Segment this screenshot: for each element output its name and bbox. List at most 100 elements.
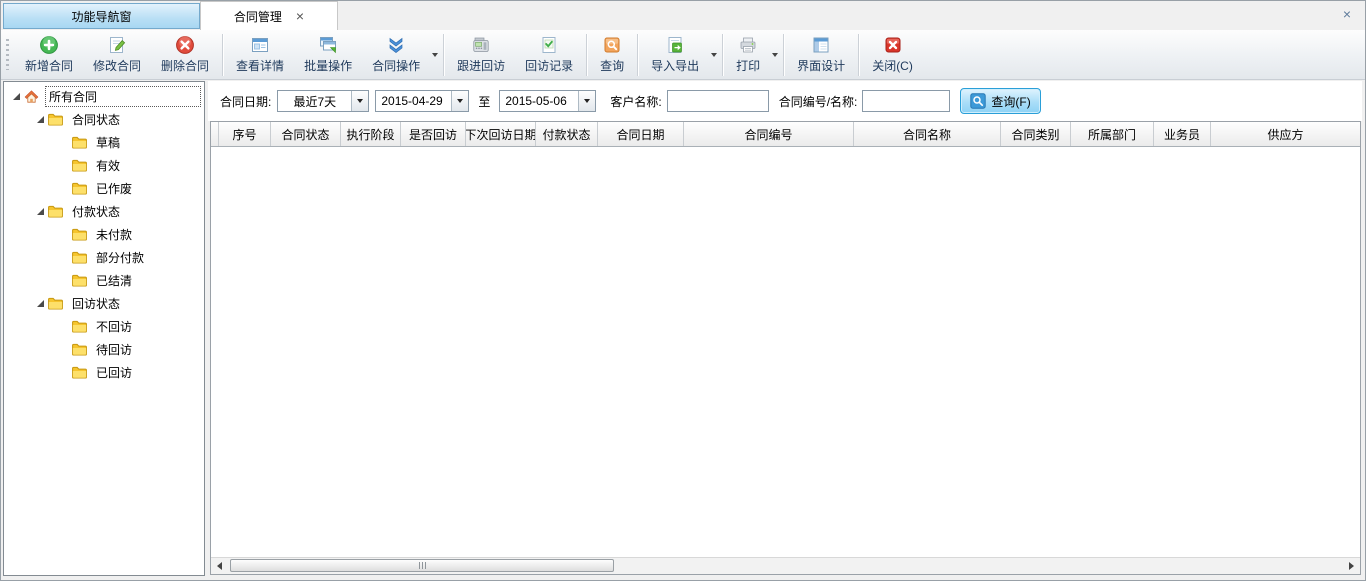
column-header-contract-category[interactable]: 合同类别 <box>1001 122 1071 146</box>
date-from-combo[interactable]: 2015-04-29 <box>375 90 469 112</box>
edit-contract-button[interactable]: 修改合同 <box>83 32 151 78</box>
column-header-department[interactable]: 所属部门 <box>1071 122 1154 146</box>
close-button[interactable]: 关闭(C) <box>862 32 923 78</box>
batch-operations-button[interactable]: 批量操作 <box>294 32 362 78</box>
followup-visit-label: 跟进回访 <box>457 57 505 74</box>
date-range-preset-combo[interactable]: 最近7天 <box>277 90 369 112</box>
tree-node-no-visit[interactable]: 不回访 <box>4 315 204 338</box>
toolbar-separator <box>858 34 859 76</box>
tree-node-label: 部分付款 <box>93 248 147 267</box>
import-export-button[interactable]: 导入导出 <box>641 32 709 78</box>
folder-icon <box>71 342 89 358</box>
tree-node-all-contracts[interactable]: 所有合同 <box>4 85 204 108</box>
import-export-dropdown-icon[interactable] <box>709 30 719 79</box>
ui-design-label: 界面设计 <box>797 57 845 74</box>
expander-icon[interactable] <box>9 93 23 100</box>
batch-icon <box>318 35 338 55</box>
print-dropdown-icon[interactable] <box>770 30 780 79</box>
folder-icon <box>71 273 89 289</box>
print-button[interactable]: 打印 <box>726 32 770 78</box>
tab-function-navigator[interactable]: 功能导航窗 <box>3 3 200 29</box>
filter-bar: 合同日期: 最近7天 2015-04-29 至 2015-05-06 客户名称:… <box>208 81 1362 121</box>
printer-icon <box>738 35 758 55</box>
tree-node-label: 不回访 <box>93 317 135 336</box>
customer-name-label: 客户名称: <box>610 93 661 110</box>
customer-name-input[interactable] <box>667 90 769 112</box>
scrollbar-thumb[interactable] <box>230 559 614 572</box>
contracts-grid: 序号 合同状态 执行阶段 是否回访 下次回访日期 付款状态 合同日期 合同编号 … <box>210 121 1361 575</box>
horizontal-scrollbar[interactable] <box>211 557 1360 574</box>
toolbar-separator <box>722 34 723 76</box>
date-to-combo[interactable]: 2015-05-06 <box>499 90 596 112</box>
folder-icon <box>71 319 89 335</box>
toolbar-separator <box>783 34 784 76</box>
expander-icon[interactable] <box>33 300 47 307</box>
delete-icon <box>175 35 195 55</box>
tab-contract-management[interactable]: 合同管理 × <box>200 1 338 30</box>
tree-node-voided[interactable]: 已作废 <box>4 177 204 200</box>
tree-node-partially-paid[interactable]: 部分付款 <box>4 246 204 269</box>
column-header-salesperson[interactable]: 业务员 <box>1154 122 1211 146</box>
toolbar-separator <box>443 34 444 76</box>
column-header-contract-number[interactable]: 合同编号 <box>684 122 854 146</box>
view-details-label: 查看详情 <box>236 57 284 74</box>
tree-node-contract-status[interactable]: 合同状态 <box>4 108 204 131</box>
tree-node-label: 未付款 <box>93 225 135 244</box>
visit-record-button[interactable]: 回访记录 <box>515 32 583 78</box>
tree-node-unpaid[interactable]: 未付款 <box>4 223 204 246</box>
folder-icon <box>71 365 89 381</box>
contract-operations-dropdown-icon[interactable] <box>430 30 440 79</box>
tab-strip: 功能导航窗 合同管理 × × <box>1 1 1365 30</box>
close-label: 关闭(C) <box>872 57 913 74</box>
contract-management-window: 功能导航窗 合同管理 × × 新增合同 修改合同 删除合同 <box>0 0 1366 581</box>
tree-node-label: 所有合同 <box>45 86 201 107</box>
tree-node-draft[interactable]: 草稿 <box>4 131 204 154</box>
date-to-value: 2015-05-06 <box>500 91 578 111</box>
contract-number-name-label: 合同编号/名称: <box>779 93 858 110</box>
search-button-label: 查询(F) <box>991 93 1030 110</box>
ui-design-button[interactable]: 界面设计 <box>787 32 855 78</box>
tree-node-visit-status[interactable]: 回访状态 <box>4 292 204 315</box>
toolbar-grip-handle[interactable] <box>6 39 9 70</box>
followup-visit-button[interactable]: 跟进回访 <box>447 32 515 78</box>
column-header-payment-status[interactable]: 付款状态 <box>536 122 598 146</box>
batch-operations-label: 批量操作 <box>304 57 352 74</box>
chevron-down-icon[interactable] <box>351 91 368 111</box>
query-button[interactable]: 查询 <box>590 32 634 78</box>
tree-node-payment-status[interactable]: 付款状态 <box>4 200 204 223</box>
column-header-visit-flag[interactable]: 是否回访 <box>401 122 466 146</box>
search-button[interactable]: 查询(F) <box>960 88 1040 114</box>
layout-design-icon <box>811 35 831 55</box>
home-icon <box>23 89 41 105</box>
column-header-contract-status[interactable]: 合同状态 <box>271 122 341 146</box>
chevron-down-icon[interactable] <box>578 91 595 111</box>
add-contract-label: 新增合同 <box>25 57 73 74</box>
column-header-contract-date[interactable]: 合同日期 <box>598 122 684 146</box>
row-indicator-header <box>211 122 219 146</box>
column-header-contract-name[interactable]: 合同名称 <box>854 122 1001 146</box>
expander-icon[interactable] <box>33 116 47 123</box>
column-header-seq[interactable]: 序号 <box>219 122 271 146</box>
tree-node-label: 回访状态 <box>69 294 123 313</box>
scroll-left-icon[interactable] <box>211 558 228 574</box>
column-header-next-visit-date[interactable]: 下次回访日期 <box>466 122 536 146</box>
chevron-down-icon[interactable] <box>451 91 468 111</box>
contract-operations-button[interactable]: 合同操作 <box>362 32 430 78</box>
delete-contract-button[interactable]: 删除合同 <box>151 32 219 78</box>
view-details-button[interactable]: 查看详情 <box>226 32 294 78</box>
tree-node-settled[interactable]: 已结清 <box>4 269 204 292</box>
scroll-right-icon[interactable] <box>1343 558 1360 574</box>
column-header-execution-stage[interactable]: 执行阶段 <box>341 122 401 146</box>
contract-number-name-input[interactable] <box>862 90 950 112</box>
tree-node-pending-visit[interactable]: 待回访 <box>4 338 204 361</box>
tabstrip-close-icon[interactable]: × <box>1343 7 1351 21</box>
column-header-supplier[interactable]: 供应方 <box>1211 122 1360 146</box>
tab-close-icon[interactable]: × <box>296 9 304 23</box>
add-contract-button[interactable]: 新增合同 <box>15 32 83 78</box>
folder-icon <box>47 112 65 128</box>
contract-category-tree: 所有合同 合同状态 草稿 有效 <box>3 81 205 576</box>
import-export-icon <box>665 35 685 55</box>
expander-icon[interactable] <box>33 208 47 215</box>
tree-node-visited[interactable]: 已回访 <box>4 361 204 384</box>
tree-node-valid[interactable]: 有效 <box>4 154 204 177</box>
